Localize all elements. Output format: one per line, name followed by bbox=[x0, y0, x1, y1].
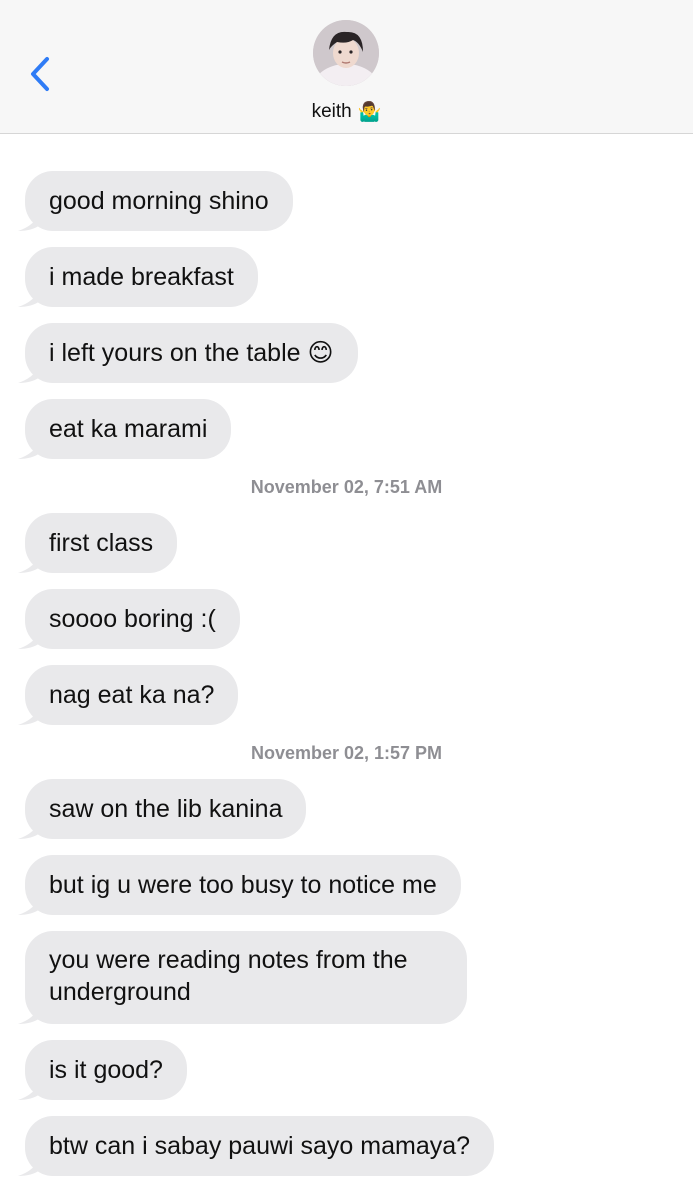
message-text: eat ka marami bbox=[49, 415, 208, 443]
message-bubble[interactable]: btw can i sabay pauwi sayo mamaya? bbox=[18, 1116, 495, 1176]
contact-name-row[interactable]: keith 🤷‍♂️ bbox=[0, 100, 693, 124]
contact-name: keith bbox=[311, 101, 352, 122]
message-text: btw can i sabay pauwi sayo mamaya? bbox=[49, 1132, 471, 1160]
contact-avatar[interactable] bbox=[313, 20, 379, 86]
message-text: i left yours on the table 😊 bbox=[49, 339, 334, 367]
message-bubble[interactable]: i left yours on the table 😊 bbox=[18, 323, 358, 383]
back-button[interactable] bbox=[22, 52, 58, 96]
chevron-left-icon bbox=[31, 57, 49, 91]
message-text: is it good? bbox=[49, 1056, 163, 1084]
message-bubble[interactable]: saw on the lib kanina bbox=[18, 779, 307, 839]
message-bubble[interactable]: i made breakfast bbox=[18, 247, 258, 307]
bubble-tail bbox=[18, 211, 40, 231]
message-text: but ig u were too busy to notice me bbox=[49, 871, 437, 899]
bubble-tail bbox=[18, 1156, 40, 1176]
message-thread[interactable]: good morning shino i made breakfast i le… bbox=[0, 134, 693, 1200]
message-bubble[interactable]: but ig u were too busy to notice me bbox=[18, 855, 461, 915]
bubble-tail bbox=[18, 1080, 40, 1100]
avatar-image bbox=[313, 20, 379, 86]
timestamp: November 02, 7:51 AM bbox=[250, 477, 443, 497]
message-bubble[interactable]: first class bbox=[18, 513, 178, 573]
bubble-tail bbox=[18, 287, 40, 307]
message-text: first class bbox=[49, 529, 154, 557]
bubble-tail bbox=[18, 705, 40, 725]
message-bubble[interactable]: is it good? bbox=[18, 1040, 187, 1100]
message-bubble[interactable]: good morning shino bbox=[18, 171, 293, 231]
message-bubble[interactable]: you were reading notes from the undergro… bbox=[18, 931, 467, 1024]
bubble-tail bbox=[18, 553, 40, 573]
bubble-tail bbox=[18, 363, 40, 383]
message-text: saw on the lib kanina bbox=[49, 795, 283, 823]
message-bubble[interactable]: soooo boring :( bbox=[18, 589, 240, 649]
message-bubble[interactable]: eat ka marami bbox=[18, 399, 232, 459]
message-text: nag eat ka na? bbox=[49, 681, 215, 709]
bubble-tail bbox=[18, 629, 40, 649]
timestamp: November 02, 1:57 PM bbox=[250, 743, 443, 763]
message-bubble[interactable]: nag eat ka na? bbox=[18, 665, 239, 725]
conversation-header: keith 🤷‍♂️ bbox=[0, 0, 693, 134]
message-text: you were reading notes from the undergro… bbox=[49, 946, 408, 1006]
contact-emoji: 🤷‍♂️ bbox=[357, 102, 382, 123]
bubble-tail bbox=[18, 895, 40, 915]
bubble-tail bbox=[18, 819, 40, 839]
message-text: good morning shino bbox=[49, 187, 269, 215]
message-text: i made breakfast bbox=[49, 263, 234, 291]
message-text: soooo boring :( bbox=[49, 605, 216, 633]
bubble-tail bbox=[18, 1004, 40, 1024]
bubble-tail bbox=[18, 439, 40, 459]
